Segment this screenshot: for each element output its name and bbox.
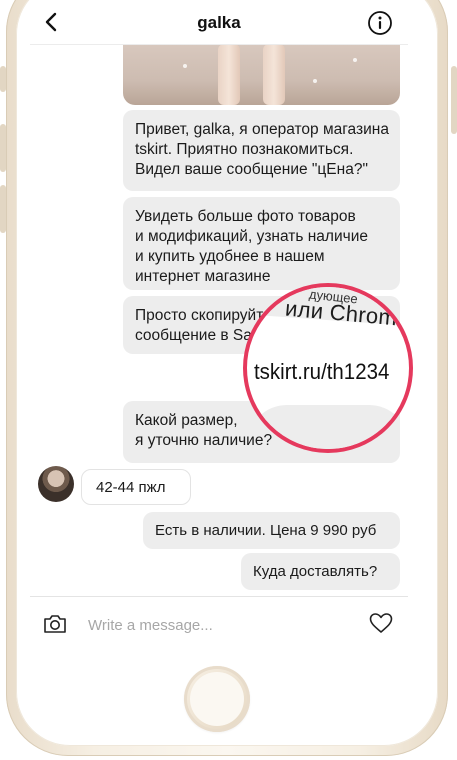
message-text: Куда доставлять?: [253, 563, 378, 580]
chat-header: galka: [30, 0, 408, 45]
message-text: и купить удобнее в нашем: [135, 248, 325, 265]
message-input[interactable]: [86, 611, 360, 639]
chat-title: galka: [197, 13, 241, 32]
phone-side-button: [0, 185, 6, 233]
message-bubble: Привет, galka, я оператор магазина tskir…: [123, 110, 400, 191]
home-button[interactable]: [184, 666, 250, 732]
info-button[interactable]: [367, 10, 393, 36]
message-bubble: Увидеть больше фото товаров и модификаци…: [123, 197, 400, 290]
zoom-callout: дующее или Chrome tskirt.ru/th1234: [243, 283, 413, 453]
message-text: Увидеть больше фото товаров: [135, 208, 356, 225]
photo-detail: [313, 79, 317, 83]
info-icon: [368, 11, 392, 35]
photo-detail: [183, 64, 187, 68]
message-text: Есть в наличии. Цена 9 990 руб: [155, 522, 377, 539]
phone-side-button: [451, 66, 457, 134]
zoom-url-text: tskirt.ru/th1234: [254, 359, 390, 384]
photo-detail: [218, 44, 240, 105]
user-reply-bubble: 42-44 пжл: [81, 469, 191, 505]
message-text: Привет, galka, я оператор магазина: [135, 121, 389, 138]
message-text: интернет магазине: [135, 268, 271, 285]
photo-detail: [353, 58, 357, 62]
message-text: tskirt. Приятно познакомиться.: [135, 141, 354, 158]
phone-side-button: [0, 66, 6, 92]
message-bubble: Есть в наличии. Цена 9 990 руб: [143, 512, 400, 549]
message-composer: [30, 596, 408, 652]
like-button[interactable]: [368, 611, 394, 635]
message-text: и модификаций, узнать наличие: [135, 228, 368, 245]
product-photo[interactable]: [123, 44, 400, 105]
message-text: Видел ваше сообщение "цЕна?": [135, 161, 368, 178]
phone-side-button: [0, 124, 6, 172]
camera-icon: [44, 615, 66, 633]
avatar[interactable]: [38, 466, 74, 502]
photo-detail: [263, 44, 285, 105]
heart-icon: [369, 613, 393, 633]
message-bubble: Куда доставлять?: [241, 553, 400, 590]
camera-button[interactable]: [42, 612, 68, 636]
zoom-bubble-band: [247, 405, 409, 449]
message-text: 42-44 пжл: [96, 479, 166, 496]
